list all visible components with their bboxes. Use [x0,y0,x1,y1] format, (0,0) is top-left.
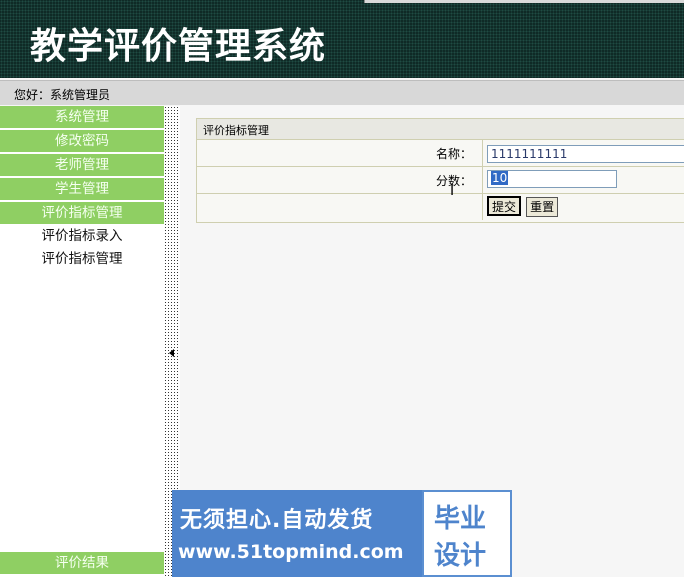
name-value-cell [487,143,684,163]
sidebar-subitem-index-entry[interactable]: 评价指标录入 [0,225,164,247]
greeting-text: 您好：系统管理员 [14,88,111,102]
actions-cell: 提交 重置 [487,196,559,217]
watermark-url: www.51topmind.com [178,541,404,563]
sidebar-item-teachers[interactable]: 老师管理 [0,154,164,177]
score-value: 10 [491,171,509,185]
name-label-cell: 名称： [197,140,483,166]
score-label-cell: 分数： [197,167,483,193]
name-label: 名称： [435,147,472,161]
sidebar-subitem-index-manage[interactable]: 评价指标管理 [0,248,164,270]
watermark-banner: 无须担心.自动发货 www.51topmind.com 毕业 设计 [172,490,512,577]
watermark-badge-line2: 设计 [434,541,487,571]
app-title: 教学评价管理系统 [30,25,327,67]
form-row-score: 分数： 10 [197,167,684,194]
score-input[interactable]: 10 [487,170,617,188]
sidebar-item-password[interactable]: 修改密码 [0,130,164,153]
watermark-slogan: 无须担心.自动发货 [180,508,374,533]
sidebar-item-system[interactable]: 系统管理 [0,106,164,129]
form-row-actions: 提交 重置 [197,194,684,220]
sidebar-item-students[interactable]: 学生管理 [0,178,164,201]
watermark-left: 无须担心.自动发货 www.51topmind.com [172,490,422,577]
app-header: 教学评价管理系统 [0,0,684,78]
text-cursor-icon: I [450,183,455,199]
form-title: 评价指标管理 [203,124,269,137]
collapse-arrow-icon[interactable] [169,349,174,357]
sidebar-item-eval-results[interactable]: 评价结果 [0,552,164,575]
reset-button[interactable]: 重置 [526,196,559,217]
form-row-name: 名称： [197,140,684,167]
actions-spacer-cell [197,194,483,220]
greeting-bar: 您好：系统管理员 [0,80,684,105]
form-title-bar: 评价指标管理 [197,119,684,140]
watermark-badge: 毕业 设计 [424,492,510,575]
index-form: 评价指标管理 名称： 分数： 10 提交 重置 I [196,118,684,223]
score-value-cell: 10 [487,170,617,188]
name-input[interactable] [487,145,684,163]
sidebar: 系统管理 修改密码 老师管理 学生管理 评价指标管理 评价指标录入 评价指标管理… [0,106,164,577]
top-right-frame [364,0,684,3]
watermark-badge-line1: 毕业 [434,504,487,534]
submit-button[interactable]: 提交 [487,196,522,216]
sidebar-item-eval-index[interactable]: 评价指标管理 [0,202,164,225]
